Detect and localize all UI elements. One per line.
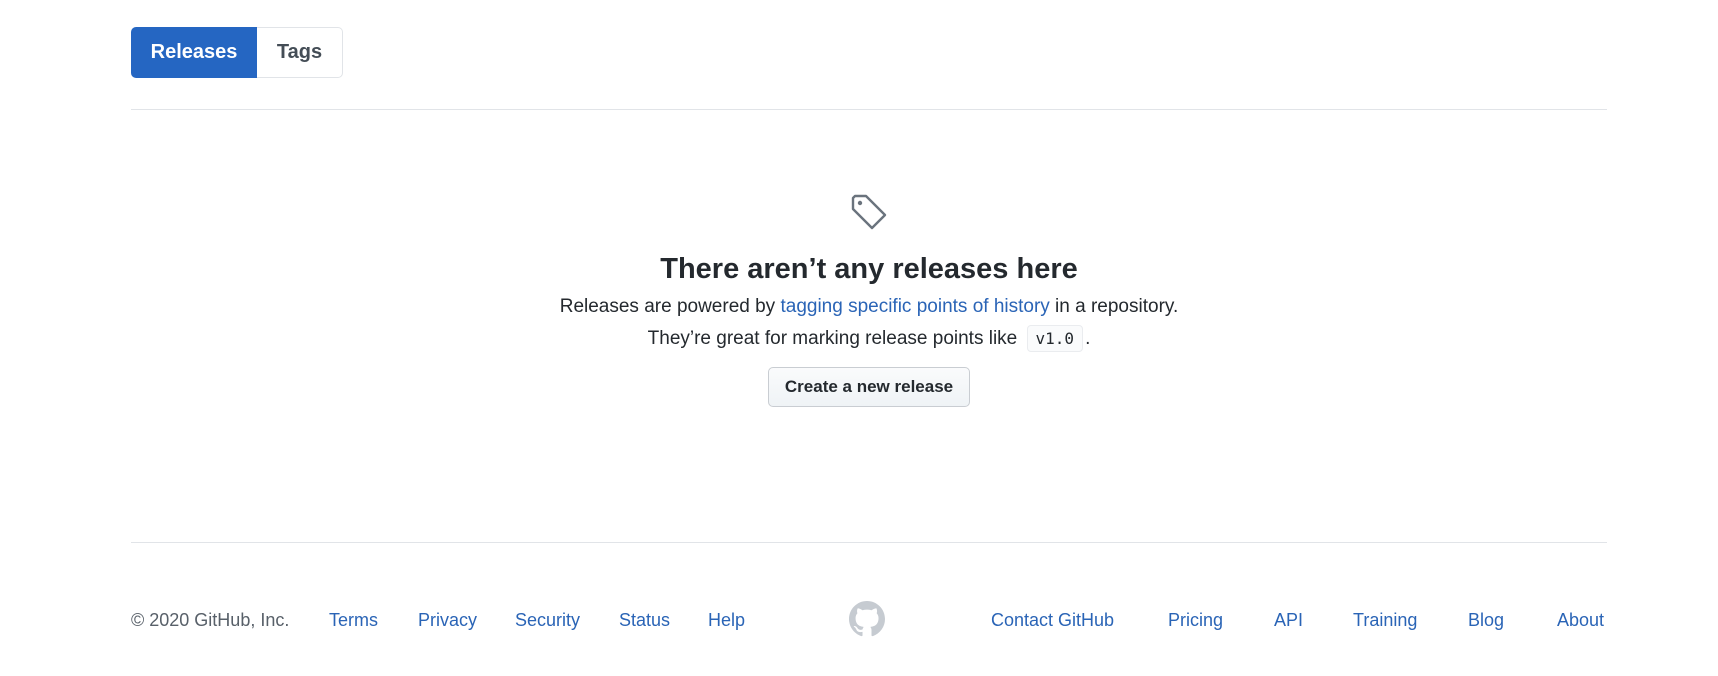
footer-divider [131,542,1607,543]
footer-link-pricing[interactable]: Pricing [1168,605,1223,635]
hint-suffix: . [1085,328,1091,349]
footer-link-training[interactable]: Training [1353,605,1417,635]
footer-link-privacy[interactable]: Privacy [418,605,477,635]
version-example-code: v1.0 [1026,325,1084,352]
description-suffix: in a repository. [1049,296,1179,317]
footer: © 2020 GitHub, Inc. Terms Privacy Securi… [131,601,1607,637]
footer-link-help[interactable]: Help [708,605,745,635]
footer-link-about[interactable]: About [1557,605,1604,635]
footer-link-security[interactable]: Security [515,605,580,635]
footer-link-api[interactable]: API [1274,605,1303,635]
footer-link-blog[interactable]: Blog [1468,605,1504,635]
hint-prefix: They’re great for marking release points… [647,328,1018,349]
top-divider [131,109,1607,110]
tagging-history-link[interactable]: tagging specific points of history [780,296,1049,317]
create-release-button[interactable]: Create a new release [767,367,971,407]
blankslate-hint: They’re great for marking release points… [131,325,1607,353]
blankslate-title: There aren’t any releases here [660,253,1078,285]
footer-link-terms[interactable]: Terms [329,605,378,635]
blankslate: There aren’t any releases here Releases … [131,190,1607,407]
tab-releases[interactable]: Releases [131,27,257,78]
tab-tags[interactable]: Tags [257,27,343,78]
github-mark-icon[interactable] [849,601,885,637]
blankslate-description: Releases are powered by tagging specific… [131,293,1607,321]
releases-tags-subnav: Releases Tags [131,27,343,78]
footer-link-status[interactable]: Status [619,605,670,635]
releases-page: Releases Tags There aren’t any releases … [0,0,1718,676]
tag-icon [847,190,891,234]
footer-copyright: © 2020 GitHub, Inc. [131,610,290,630]
footer-link-contact-github[interactable]: Contact GitHub [991,605,1114,635]
description-prefix: Releases are powered by [559,296,781,317]
